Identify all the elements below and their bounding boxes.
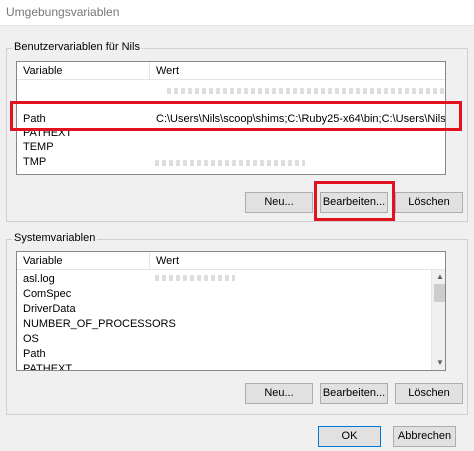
system-delete-button[interactable]: Löschen <box>395 383 463 404</box>
ok-button[interactable]: OK <box>318 426 381 447</box>
variable-name: PATHEXT <box>23 363 73 371</box>
variable-name: ComSpec <box>23 288 72 300</box>
user-variables-list[interactable]: Variable Wert Path C:\Users\Nils\scoop\s… <box>16 61 446 175</box>
list-item[interactable]: PATHEXT <box>17 126 445 140</box>
variable-name: asl.log <box>23 273 55 285</box>
list-item[interactable]: asl.log <box>17 272 445 286</box>
redacted-value <box>155 160 305 166</box>
list-item-path[interactable]: Path C:\Users\Nils\scoop\shims;C:\Ruby25… <box>17 112 445 126</box>
user-variables-header: Variable Wert <box>17 62 445 80</box>
variable-name: OS <box>23 333 39 345</box>
list-item[interactable]: ComSpec <box>17 287 445 301</box>
column-header-value[interactable]: Wert <box>149 62 445 80</box>
variable-name: NUMBER_OF_PROCESSORS <box>23 318 176 330</box>
variable-name: PATHEXT <box>23 127 73 139</box>
user-new-button[interactable]: Neu... <box>245 192 313 213</box>
column-header-value[interactable]: Wert <box>149 252 445 270</box>
redacted-value <box>167 88 445 94</box>
system-edit-button[interactable]: Bearbeiten... <box>320 383 388 404</box>
list-item[interactable] <box>17 84 445 98</box>
list-item[interactable]: TMP <box>17 155 445 169</box>
system-variables-header: Variable Wert <box>17 252 445 270</box>
system-variables-group-label: Systemvariablen <box>12 232 98 244</box>
variable-value: C:\Users\Nils\scoop\shims;C:\Ruby25-x64\… <box>156 113 446 125</box>
list-item[interactable]: NUMBER_OF_PROCESSORS <box>17 317 445 331</box>
system-new-button[interactable]: Neu... <box>245 383 313 404</box>
title-bar: Umgebungsvariablen <box>0 0 474 26</box>
column-header-variable[interactable]: Variable <box>17 62 149 80</box>
list-item[interactable]: Path <box>17 347 445 361</box>
cancel-button[interactable]: Abbrechen <box>393 426 456 447</box>
system-variables-list[interactable]: Variable Wert asl.log ComSpec DriverData… <box>16 251 446 371</box>
scroll-down-arrow-icon[interactable]: ▼ <box>436 358 444 367</box>
variable-name: DriverData <box>23 303 76 315</box>
list-item[interactable]: PATHEXT <box>17 362 445 371</box>
window-title: Umgebungsvariablen <box>6 5 120 19</box>
list-item[interactable]: TEMP <box>17 140 445 154</box>
variable-name: TEMP <box>23 141 54 153</box>
variable-name: Path <box>23 348 46 360</box>
scroll-up-arrow-icon[interactable]: ▲ <box>436 272 444 281</box>
variable-name: TMP <box>23 156 47 168</box>
list-item[interactable]: OS <box>17 332 445 346</box>
column-header-variable[interactable]: Variable <box>17 252 149 270</box>
user-edit-button[interactable]: Bearbeiten... <box>320 192 388 213</box>
user-variables-group-label: Benutzervariablen für Nils <box>12 41 142 53</box>
system-list-scrollbar[interactable]: ▲ ▼ <box>431 270 445 370</box>
user-delete-button[interactable]: Löschen <box>395 192 463 213</box>
variable-name: Path <box>23 113 46 125</box>
redacted-value <box>155 275 235 281</box>
list-item[interactable]: DriverData <box>17 302 445 316</box>
scrollbar-thumb[interactable] <box>434 284 445 302</box>
